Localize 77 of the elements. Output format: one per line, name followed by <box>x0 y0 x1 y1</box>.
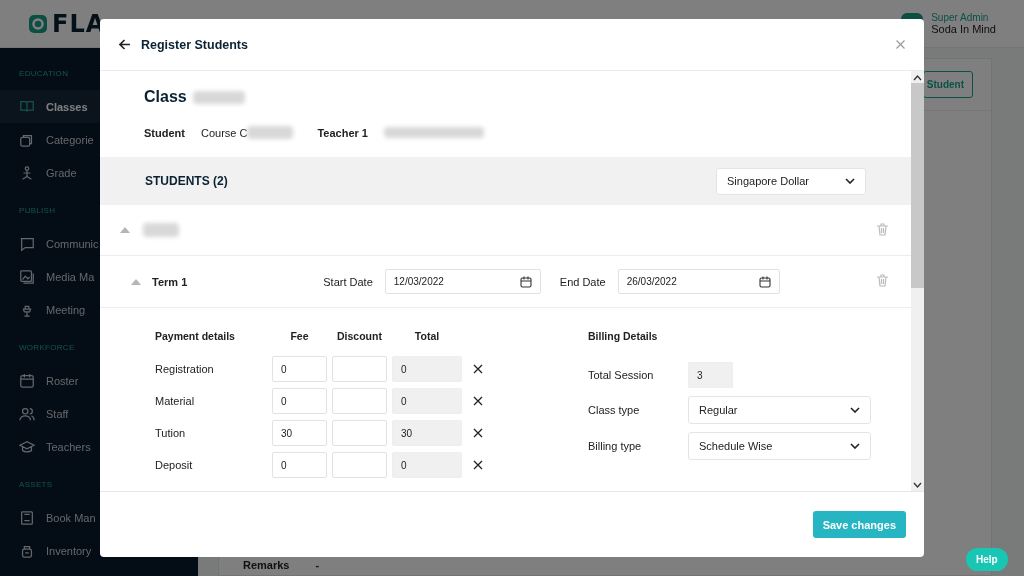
save-button[interactable]: Save changes <box>812 511 906 538</box>
billing-type-dropdown[interactable]: Schedule Wise <box>688 432 871 460</box>
user-name: Soda In Mind <box>931 23 996 35</box>
chevron-down-icon <box>850 443 860 449</box>
field-label: Remarks <box>243 559 290 571</box>
total-field[interactable]: 0 <box>392 388 462 414</box>
field-label: End Date <box>559 275 606 288</box>
fee-label: Material <box>155 395 195 407</box>
redacted-text <box>143 223 179 237</box>
class-title: Class <box>144 88 187 106</box>
remove-icon[interactable] <box>473 460 483 470</box>
field-value: Course C <box>200 126 248 139</box>
field-label: Class type <box>588 404 641 416</box>
collapse-caret-icon[interactable] <box>120 227 130 233</box>
field-label: Teacher 1 <box>317 126 368 139</box>
section-title: PUBLISH <box>19 206 56 215</box>
discount-field[interactable] <box>332 452 387 478</box>
menu-icon <box>19 235 35 252</box>
section-heading: STUDENTS (2) <box>145 174 228 188</box>
total-field[interactable]: 0 <box>392 452 462 478</box>
total-session-field: 3 <box>688 362 733 388</box>
menu-icon <box>19 268 35 285</box>
scroll-down-icon[interactable] <box>913 482 922 488</box>
column-header: Total <box>414 330 440 342</box>
field-label: Billing type <box>588 440 643 452</box>
field-label: Total Session <box>588 369 655 381</box>
term-name: Term 1 <box>152 275 188 288</box>
column-header: Payment details <box>155 330 235 342</box>
collapse-caret-icon[interactable] <box>131 278 141 285</box>
column-header: Fee <box>290 330 309 342</box>
remove-icon[interactable] <box>473 428 483 438</box>
fee-field[interactable]: 30 <box>272 420 327 446</box>
section-title: WORKFORCE <box>19 343 75 352</box>
column-header: Discount <box>337 330 382 342</box>
calendar-icon[interactable] <box>519 275 532 288</box>
total-field[interactable]: 0 <box>392 356 462 382</box>
trash-icon[interactable] <box>877 274 888 287</box>
total-field[interactable]: 30 <box>392 420 462 446</box>
menu-icon <box>19 438 35 455</box>
calendar-icon[interactable] <box>758 275 771 288</box>
menu-icon <box>19 372 35 389</box>
class-type-dropdown[interactable]: Regular <box>688 396 871 424</box>
field-label: Student <box>144 126 185 139</box>
menu-icon <box>19 405 35 422</box>
discount-field[interactable] <box>332 356 387 382</box>
modal-title: Register Students <box>141 37 249 52</box>
section-title: EDUCATION <box>19 69 69 78</box>
currency-dropdown[interactable]: Singapore Dollar <box>716 167 866 195</box>
field-value: - <box>315 559 320 571</box>
close-icon[interactable] <box>896 40 905 49</box>
remove-icon[interactable] <box>473 396 483 406</box>
remove-icon[interactable] <box>473 364 483 374</box>
redacted-text <box>247 126 294 139</box>
fee-field[interactable]: 0 <box>272 388 327 414</box>
trash-icon[interactable] <box>877 222 888 236</box>
section-heading: Billing Details <box>588 330 659 342</box>
section-title: ASSETS <box>19 480 53 489</box>
discount-field[interactable] <box>332 388 387 414</box>
fee-label: Deposit <box>155 459 193 471</box>
fee-field[interactable]: 0 <box>272 356 327 382</box>
logo-icon <box>28 13 48 34</box>
redacted-text <box>192 90 245 104</box>
end-date-field[interactable]: 26/03/2022 <box>617 269 780 294</box>
chevron-down-icon <box>850 407 860 413</box>
field-label: Start Date <box>323 275 373 288</box>
chevron-down-icon <box>845 178 855 184</box>
discount-field[interactable] <box>332 420 387 446</box>
fee-label: Registration <box>155 363 214 375</box>
user-role: Super Admin <box>931 12 990 23</box>
fee-label: Tution <box>155 427 186 439</box>
scrollbar[interactable] <box>911 71 924 491</box>
back-arrow-icon[interactable] <box>119 39 131 50</box>
scroll-up-icon[interactable] <box>913 75 922 81</box>
fee-field[interactable]: 0 <box>272 452 327 478</box>
menu-icon <box>19 509 35 526</box>
start-date-field[interactable]: 12/03/2022 <box>384 269 541 294</box>
menu-icon <box>19 98 35 115</box>
